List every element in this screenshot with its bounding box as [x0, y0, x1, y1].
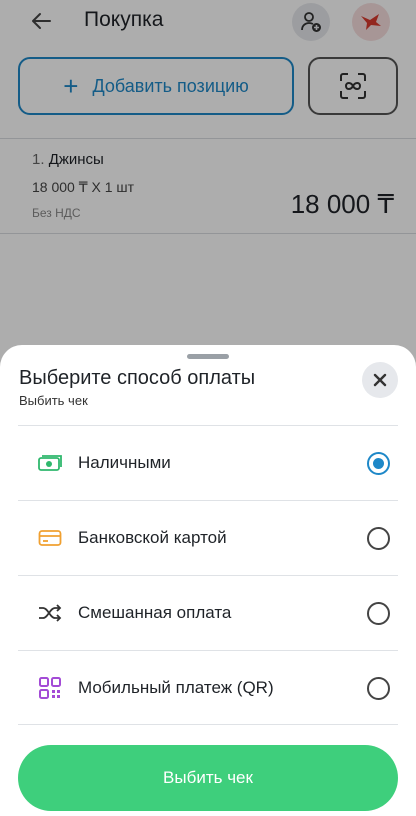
close-button[interactable] — [362, 362, 398, 398]
issue-receipt-button[interactable]: Выбить чек — [18, 745, 398, 811]
payment-options-list: Наличными Банковской картой Смешанная оп… — [0, 425, 416, 725]
option-label: Смешанная оплата — [78, 603, 232, 622]
payment-option-card[interactable]: Банковской картой — [18, 500, 398, 575]
payment-option-qr[interactable]: Мобильный платеж (QR) — [18, 650, 398, 725]
payment-method-sheet: Выберите способ оплаты Выбить чек Наличн… — [0, 345, 416, 816]
sheet-title: Выберите способ оплаты — [19, 367, 256, 389]
sheet-subtitle: Выбить чек — [19, 393, 88, 408]
payment-option-mixed[interactable]: Смешанная оплата — [18, 575, 398, 650]
option-label: Мобильный платеж (QR) — [78, 678, 274, 697]
radio-selected[interactable] — [367, 452, 390, 475]
payment-option-cash[interactable]: Наличными — [18, 425, 398, 500]
radio-unselected[interactable] — [367, 602, 390, 625]
option-label: Банковской картой — [78, 528, 227, 547]
bank-card-icon — [38, 527, 62, 549]
shuffle-icon — [38, 602, 62, 624]
close-icon — [373, 373, 387, 387]
qr-code-icon — [38, 677, 62, 699]
option-label: Наличными — [78, 453, 171, 472]
drag-handle[interactable] — [187, 354, 229, 359]
cash-icon — [38, 452, 62, 474]
radio-unselected[interactable] — [367, 527, 390, 550]
radio-unselected[interactable] — [367, 677, 390, 700]
